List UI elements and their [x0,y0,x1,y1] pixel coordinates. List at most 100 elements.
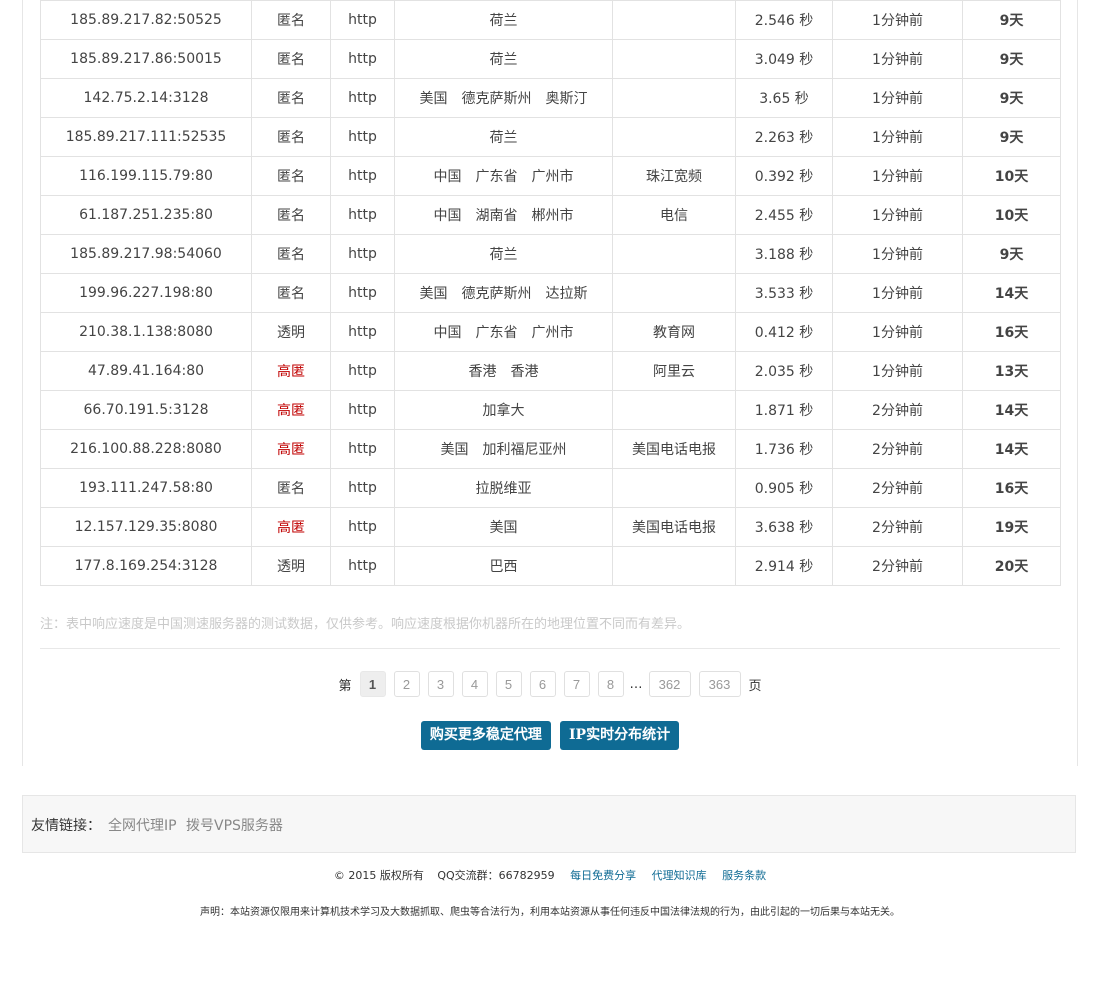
friend-links: 友情链接： 全网代理IP 拨号VPS服务器 [22,795,1076,853]
uptime-days-cell: 9天 [962,78,1061,118]
uptime-days-cell: 9天 [962,234,1061,274]
table-row: 66.70.191.5:3128 高匿 http 加拿大 1.871 秒 2分钟前 14天 [40,390,1061,430]
protocol-cell: http [330,195,395,235]
isp-cell [612,468,736,508]
last-checked-cell: 2分钟前 [832,390,963,430]
ip-cell: 185.89.217.82:50525 [40,0,252,40]
uptime-days-cell: 10天 [962,156,1061,196]
location-cell: 美国 德克萨斯州 奥斯汀 [394,78,613,118]
speed-cell: 3.533 秒 [735,273,833,313]
table-row: 185.89.217.82:50525 匿名 http 荷兰 2.546 秒 1分钟前 9天 [40,0,1061,40]
page-link[interactable]: 7 [563,671,590,697]
ip-cell: 177.8.169.254:3128 [40,546,252,586]
location-cell: 中国 湖南省 郴州市 [394,195,613,235]
ip-cell: 116.199.115.79:80 [40,156,252,196]
copyright: © 2015 版权所有 [333,869,424,882]
table-row: 177.8.169.254:3128 透明 http 巴西 2.914 秒 2分钟前 20天 [40,546,1061,586]
page-link[interactable]: 6 [529,671,556,697]
protocol-cell: http [330,78,395,118]
table-row: 193.111.247.58:80 匿名 http 拉脱维亚 0.905 秒 2分钟前 16… [40,468,1061,508]
isp-cell: 珠江宽频 [612,156,736,196]
table-row: 142.75.2.14:3128 匿名 http 美国 德克萨斯州 奥斯汀 3.65 秒… [40,78,1061,118]
table-row: 199.96.227.198:80 匿名 http 美国 德克萨斯州 达拉斯 3.533… [40,273,1061,313]
ip-cell: 185.89.217.111:52535 [40,117,252,157]
table-row: 47.89.41.164:80 高匿 http 香港 香港 阿里云 2.035 秒 1分钟前… [40,351,1061,391]
table-row: 216.100.88.228:8080 高匿 http 美国 加利福尼亚州 美国电话电报… [40,429,1061,469]
uptime-days-cell: 14天 [962,429,1061,469]
anonymity-cell: 匿名 [251,234,331,274]
page-current: 1 [359,671,386,697]
page-link[interactable]: 3 [427,671,454,697]
isp-cell [612,78,736,118]
buy-proxy-button[interactable]: 购买更多稳定代理 [420,721,551,750]
anonymity-cell: 高匿 [251,390,331,430]
table-row: 185.89.217.86:50015 匿名 http 荷兰 3.049 秒 1分钟前 9天 [40,39,1061,79]
isp-cell [612,546,736,586]
friend-links-label: 友情链接： [31,818,101,834]
table-row: 12.157.129.35:8080 高匿 http 美国 美国电话电报 3.638 秒2… [40,507,1061,547]
location-cell: 荷兰 [394,0,613,40]
isp-cell [612,0,736,40]
anonymity-cell: 匿名 [251,117,331,157]
ip-cell: 185.89.217.98:54060 [40,234,252,274]
ip-stats-button[interactable]: IP实时分布统计 [560,721,680,750]
anonymity-cell: 匿名 [251,0,331,40]
location-cell: 荷兰 [394,39,613,79]
speed-cell: 2.263 秒 [735,117,833,157]
action-buttons: 购买更多稳定代理 IP实时分布统计 [0,721,1100,750]
page-link[interactable]: 8 [597,671,624,697]
table-row: 185.89.217.111:52535 匿名 http 荷兰 2.263 秒 1分钟前 9… [40,117,1061,157]
protocol-cell: http [330,39,395,79]
isp-cell: 电信 [612,195,736,235]
uptime-days-cell: 14天 [962,390,1061,430]
protocol-cell: http [330,117,395,157]
speed-cell: 3.188 秒 [735,234,833,274]
proxy-table: 185.89.217.82:50525 匿名 http 荷兰 2.546 秒 1分钟前 9天… [40,0,1061,586]
anonymity-cell: 匿名 [251,273,331,313]
page-link[interactable]: 363 [698,671,741,697]
location-cell: 中国 广东省 广州市 [394,156,613,196]
speed-cell: 3.638 秒 [735,507,833,547]
ip-cell: 61.187.251.235:80 [40,195,252,235]
anonymity-cell: 匿名 [251,195,331,235]
footer: © 2015 版权所有 QQ交流群：66782959 每日免费分享 代理知识库 … [0,867,1100,883]
footer-link-terms[interactable]: 服务条款 [722,869,766,882]
page-link[interactable]: 5 [495,671,522,697]
speed-cell: 3.65 秒 [735,78,833,118]
speed-cell: 2.914 秒 [735,546,833,586]
isp-cell [612,234,736,274]
speed-cell: 1.736 秒 [735,429,833,469]
last-checked-cell: 1分钟前 [832,351,963,391]
anonymity-cell: 透明 [251,312,331,352]
protocol-cell: http [330,429,395,469]
protocol-cell: http [330,156,395,196]
last-checked-cell: 1分钟前 [832,273,963,313]
isp-cell: 教育网 [612,312,736,352]
location-cell: 美国 德克萨斯州 达拉斯 [394,273,613,313]
location-cell: 荷兰 [394,234,613,274]
footer-link-knowledge[interactable]: 代理知识库 [652,869,707,882]
uptime-days-cell: 20天 [962,546,1061,586]
location-cell: 巴西 [394,546,613,586]
speed-cell: 0.392 秒 [735,156,833,196]
footer-link-daily-free[interactable]: 每日免费分享 [570,869,636,882]
speed-cell: 2.035 秒 [735,351,833,391]
table-row: 185.89.217.98:54060 匿名 http 荷兰 3.188 秒 1分钟前 9天 [40,234,1061,274]
friend-link-vps[interactable]: 拨号VPS服务器 [186,815,283,835]
pagination: 第 1 2345678 … 362 363 页 [0,671,1100,699]
table-row: 210.38.1.138:8080 透明 http 中国 广东省 广州市 教育网 0.41… [40,312,1061,352]
protocol-cell: http [330,351,395,391]
speed-cell: 1.871 秒 [735,390,833,430]
last-checked-cell: 1分钟前 [832,39,963,79]
last-checked-cell: 1分钟前 [832,156,963,196]
page-link[interactable]: 4 [461,671,488,697]
uptime-days-cell: 10天 [962,195,1061,235]
last-checked-cell: 2分钟前 [832,507,963,547]
anonymity-cell: 匿名 [251,156,331,196]
protocol-cell: http [330,390,395,430]
page-link[interactable]: 2 [393,671,420,697]
page-link[interactable]: 362 [648,671,691,697]
friend-link-proxy-ip[interactable]: 全网代理IP [108,815,177,835]
isp-cell [612,390,736,430]
speed-cell: 3.049 秒 [735,39,833,79]
